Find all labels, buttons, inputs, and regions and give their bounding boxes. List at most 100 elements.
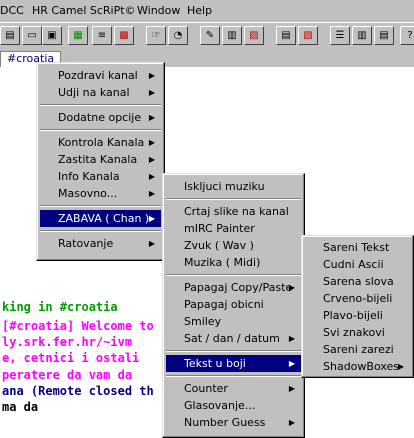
menu-item-iskljuci-muziku[interactable]: Iskljuci muziku [166, 178, 301, 195]
tile-h-icon[interactable]: ☰ [330, 26, 350, 45]
chevron-right-icon: ▶ [288, 384, 295, 393]
menu-item-label: Cudni Ascii [323, 258, 384, 271]
chevron-right-icon: ▶ [148, 71, 155, 80]
cascade-windows-icon[interactable]: ▤ [374, 26, 394, 45]
menu-item-svi-znakovi[interactable]: Svi znakovi [305, 324, 410, 341]
dcc-chat-icon[interactable]: ▤ [276, 26, 296, 45]
cascade-icon[interactable]: ▣ [42, 26, 62, 45]
menu-separator [166, 274, 301, 276]
edit-icon[interactable]: ✎ [200, 26, 220, 45]
channel-popup-menu: Pozdravi kanal ▶ Udji na kanal ▶ Dodatne opc… [36, 62, 165, 261]
menu-item-ratovanje[interactable]: Ratovanje ▶ [40, 235, 161, 252]
menu-item-sareni-zarezi[interactable]: Sareni zarezi [305, 341, 410, 358]
menu-hr-camel-script[interactable]: HR Camel ScRiPt© [32, 4, 136, 17]
menu-item-glasovanje[interactable]: Glasovanje... [166, 397, 301, 414]
hand-icon[interactable]: ☞ [146, 26, 166, 45]
menu-item-label: Kontrola Kanala [58, 136, 145, 149]
chevron-right-icon: ▶ [148, 172, 155, 181]
menu-item-sat-dan-datum[interactable]: Sat / dan / datum ▶ [166, 330, 301, 347]
colors-icon[interactable]: ▩ [114, 26, 134, 45]
menu-separator [40, 230, 161, 232]
menu-dcc[interactable]: DCC [0, 4, 24, 17]
menu-item-label: Svi znakovi [323, 326, 385, 339]
menu-item-sarena-slova[interactable]: Sarena slova [305, 273, 410, 290]
notes-icon[interactable]: ▥ [222, 26, 242, 45]
menu-item-zabava-chan[interactable]: ZABAVA ( Chan ) ▶ [40, 210, 161, 227]
menu-item-muzika-midi[interactable]: Muzika ( Midi) [166, 254, 301, 271]
menu-item-zastita-kanala[interactable]: Zastita Kanala ▶ [40, 151, 161, 168]
url-icon[interactable]: ▧ [298, 26, 318, 45]
menu-item-shadowboxes[interactable]: ShadowBoxes ▶ [305, 358, 410, 375]
menu-item-plavo-bijeli[interactable]: Plavo-bijeli [305, 307, 410, 324]
menu-item-label: Ratovanje [58, 237, 114, 250]
menu-item-label: Masovno... [58, 187, 118, 200]
menu-item-label: Papagaj obicni [184, 298, 264, 311]
menu-item-crveno-bijeli[interactable]: Crveno-bijeli [305, 290, 410, 307]
menu-item-label: Crveno-bijeli [323, 292, 393, 305]
chat-line: [#croatia] Welcome to [2, 319, 154, 333]
menu-item-label: Zastita Kanala [58, 153, 138, 166]
menu-bar: DCC HR Camel ScRiPt© Window Help [0, 0, 414, 22]
timer-icon[interactable]: ◔ [168, 26, 188, 45]
menu-item-label: Dodatne opcije [58, 111, 142, 124]
menu-separator [166, 198, 301, 200]
chevron-right-icon: ▶ [288, 283, 295, 292]
menu-item-udji-na-kanal[interactable]: Udji na kanal ▶ [40, 84, 161, 101]
script-icon[interactable]: ▤ [0, 26, 20, 45]
tekst-u-boji-submenu: Sareni Tekst Cudni Ascii Sarena slova Crven… [301, 235, 414, 378]
menu-item-kontrola-kanala[interactable]: Kontrola Kanala ▶ [40, 134, 161, 151]
menu-item-label: Muzika ( Midi) [184, 256, 261, 269]
menu-separator [166, 350, 301, 352]
chat-line: ly.srk.fer.hr/~ivm [2, 335, 133, 349]
chat-line: ana (Remote closed th [2, 384, 154, 398]
menu-item-crtaj-slike-na-kanal[interactable]: Crtaj slike na kanal [166, 203, 301, 220]
chat-line: peratere da vam da [2, 368, 133, 382]
menu-item-papagaj-copy-paste[interactable]: Papagaj Copy/Paste ▶ [166, 279, 301, 296]
chevron-right-icon: ▶ [148, 189, 155, 198]
menu-item-label: Sarena slova [323, 275, 394, 288]
menu-item-number-guess[interactable]: Number Guess ▶ [166, 414, 301, 431]
toolbar: ▤ ▭ ▣ ▦ ≡ ▩ ☞ ◔ ✎ ▥ ▨ ▤ ▧ ☰ ▥ ▤ ? [0, 22, 414, 51]
chevron-right-icon: ▶ [148, 214, 155, 223]
menu-item-zvuk-wav[interactable]: Zvuk ( Wav ) [166, 237, 301, 254]
menu-item-label: Sareni zarezi [323, 343, 394, 356]
menu-item-label: Sat / dan / datum [184, 332, 280, 345]
menu-item-label: Glasovanje... [184, 399, 256, 412]
help-icon[interactable]: ? [400, 26, 414, 45]
menu-item-papagaj-obicni[interactable]: Papagaj obicni [166, 296, 301, 313]
menu-item-label: ZABAVA ( Chan ) [58, 212, 150, 225]
menu-item-label: ShadowBoxes [323, 360, 400, 373]
chevron-right-icon: ▶ [148, 239, 155, 248]
chat-line: ma da [2, 400, 39, 414]
menu-separator [40, 104, 161, 106]
chat-line: king in #croatia [2, 300, 118, 314]
menu-item-pozdravi-kanal[interactable]: Pozdravi kanal ▶ [40, 67, 161, 84]
menu-item-tekst-u-boji[interactable]: Tekst u boji ▶ [166, 355, 301, 372]
menu-item-smiley[interactable]: Smiley [166, 313, 301, 330]
chevron-right-icon: ▶ [148, 155, 155, 164]
chevron-right-icon: ▶ [148, 113, 155, 122]
chevron-right-icon: ▶ [397, 362, 404, 371]
menu-help[interactable]: Help [187, 4, 212, 17]
window-icon[interactable]: ▭ [22, 26, 42, 45]
menu-item-info-kanala[interactable]: Info Kanala ▶ [40, 168, 161, 185]
dcc-send-icon[interactable]: ▨ [244, 26, 264, 45]
green-script-icon[interactable]: ▦ [68, 26, 88, 45]
menu-separator [40, 129, 161, 131]
menu-item-sareni-tekst[interactable]: Sareni Tekst [305, 239, 410, 256]
chevron-right-icon: ▶ [288, 418, 295, 427]
menu-item-label: Tekst u boji [184, 357, 246, 370]
tile-v-icon[interactable]: ▥ [352, 26, 372, 45]
menu-item-masovno[interactable]: Masovno... ▶ [40, 185, 161, 202]
menu-item-label: Counter [184, 382, 228, 395]
menu-item-label: Papagaj Copy/Paste [184, 281, 293, 294]
menu-item-label: Iskljuci muziku [184, 180, 265, 193]
menu-item-cudni-ascii[interactable]: Cudni Ascii [305, 256, 410, 273]
menu-item-dodatne-opcije[interactable]: Dodatne opcije ▶ [40, 109, 161, 126]
list-icon[interactable]: ≡ [92, 26, 112, 45]
menu-item-label: Info Kanala [58, 170, 120, 183]
menu-item-label: Pozdravi kanal [58, 69, 138, 82]
menu-item-counter[interactable]: Counter ▶ [166, 380, 301, 397]
menu-item-mirc-painter[interactable]: mIRC Painter [166, 220, 301, 237]
menu-window[interactable]: Window [137, 4, 180, 17]
